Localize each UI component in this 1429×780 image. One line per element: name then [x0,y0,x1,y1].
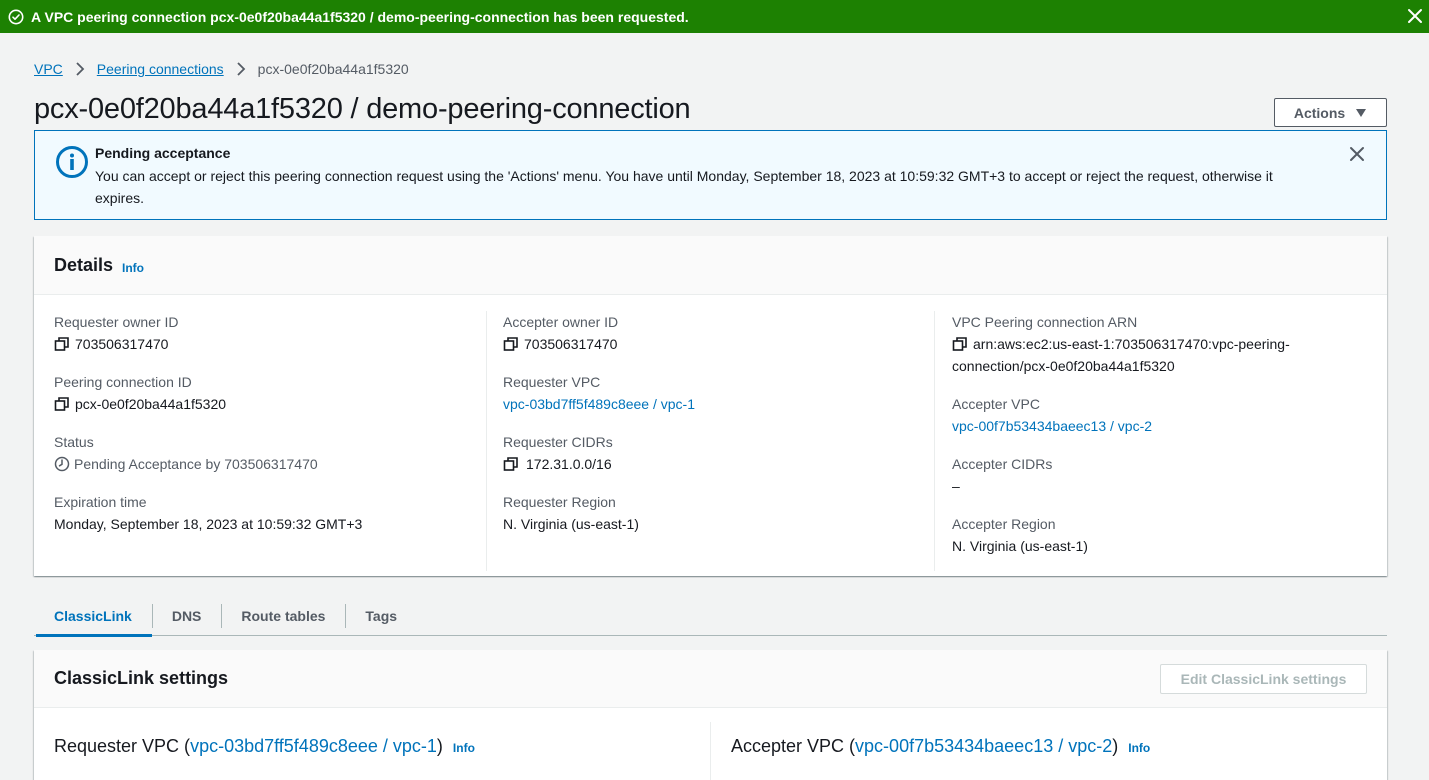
field-label: Accepter owner ID [503,314,619,330]
accepter-cidrs-value: – [952,478,960,494]
peering-connection-id-field: Peering connection ID pcx-0e0f20ba44a1f5… [54,371,226,415]
classiclink-header: ClassicLink settings Edit ClassicLink se… [34,650,1387,708]
requester-vpc-link[interactable]: vpc-03bd7ff5f489c8eee / vpc-1 [503,393,695,415]
chevron-right-icon [75,62,85,76]
details-column-2: Accepter owner ID 703506317470 Requester… [486,311,934,571]
copy-icon[interactable] [503,456,519,472]
accepter-owner-value: 703506317470 [524,336,618,352]
details-panel: Details Info Requester owner ID 70350631… [34,236,1387,576]
field-label: Accepter Region [952,516,1056,532]
requester-region-value: N. Virginia (us-east-1) [503,516,639,532]
actions-button[interactable]: Actions [1274,98,1387,127]
field-label: VPC Peering connection ARN [952,314,1138,330]
field-label: Requester Region [503,494,616,510]
requester-vpc-info-link[interactable]: Info [453,741,475,755]
breadcrumb: VPC Peering connections pcx-0e0f20ba44a1… [34,58,409,80]
accepter-vpc-info-link[interactable]: Info [1128,741,1150,755]
classiclink-requester-vpc-link[interactable]: vpc-03bd7ff5f489c8eee / vpc-1 [190,736,437,757]
page-title: pcx-0e0f20ba44a1f5320 / demo-peering-con… [34,93,691,125]
details-header: Details Info [34,236,1387,295]
requester-cidrs-field: Requester CIDRs 172.31.0.0/16 [503,431,613,475]
tab-tags[interactable]: Tags [345,596,417,636]
breadcrumb-current: pcx-0e0f20ba44a1f5320 [257,61,409,77]
copy-icon[interactable] [503,336,519,352]
requester-vpc-heading-suffix: ) [436,736,443,756]
tab-bar: ClassicLink DNS Route tables Tags [34,596,1387,637]
tab-route-tables[interactable]: Route tables [221,596,345,636]
alert-body: You can accept or reject this peering co… [95,168,1273,206]
chevron-right-icon [236,62,246,76]
status-value: Pending Acceptance by 703506317470 [74,456,318,472]
classiclink-settings-panel: ClassicLink settings Edit ClassicLink se… [34,650,1387,780]
breadcrumb-link-vpc[interactable]: VPC [34,61,63,77]
field-label: Requester CIDRs [503,434,613,450]
accepter-owner-field: Accepter owner ID 703506317470 [503,311,618,355]
check-circle-icon [8,9,24,25]
accepter-vpc-heading: Accepter VPC ( vpc-00f7b53434baeec13 / v… [731,736,1150,757]
expiration-field: Expiration time Monday, September 18, 20… [54,491,362,535]
arn-value-line-2: connection/pcx-0e0f20ba44a1f5320 [952,358,1175,374]
field-label: Status [54,434,94,450]
accepter-vpc-heading-prefix: Accepter VPC ( [731,736,856,756]
requester-cidrs-value: 172.31.0.0/16 [526,456,612,472]
accepter-vpc-heading-suffix: ) [1112,736,1119,756]
field-label: Accepter VPC [952,396,1040,412]
field-label: Requester owner ID [54,314,179,330]
details-title: Details [54,255,114,275]
accepter-vpc-link[interactable]: vpc-00f7b53434baeec13 / vpc-2 [952,415,1152,437]
requester-region-field: Requester Region N. Virginia (us-east-1) [503,491,639,535]
flashbar-message: A VPC peering connection pcx-0e0f20ba44a… [31,8,689,25]
clock-icon [54,456,70,472]
requester-vpc-heading: Requester VPC ( vpc-03bd7ff5f489c8eee / … [54,736,475,757]
actions-button-label: Actions [1293,104,1346,121]
column-divider [710,722,711,780]
requester-vpc-heading-prefix: Requester VPC ( [54,736,191,756]
edit-classiclink-settings-button[interactable]: Edit ClassicLink settings [1160,664,1367,694]
requester-owner-field: Requester owner ID 703506317470 [54,311,179,355]
field-label: Accepter CIDRs [952,456,1053,472]
copy-icon[interactable] [952,336,968,352]
arn-field: VPC Peering connection ARN arn:aws:ec2:u… [952,311,1290,377]
success-flashbar: A VPC peering connection pcx-0e0f20ba44a… [0,0,1429,33]
field-label: Expiration time [54,494,147,510]
breadcrumb-link-peering-connections[interactable]: Peering connections [97,61,224,77]
close-icon[interactable] [1405,6,1425,26]
tab-classiclink[interactable]: ClassicLink [34,596,152,637]
caret-down-icon [1355,108,1367,118]
requester-owner-value: 703506317470 [75,336,169,352]
field-label: Requester VPC [503,374,601,390]
accepter-region-field: Accepter Region N. Virginia (us-east-1) [952,513,1088,557]
alert-title: Pending acceptance [95,145,231,161]
expiration-value: Monday, September 18, 2023 at 10:59:32 G… [54,516,363,532]
close-icon[interactable] [1348,145,1366,163]
field-label: Peering connection ID [54,374,192,390]
classiclink-accepter-vpc-link[interactable]: vpc-00f7b53434baeec13 / vpc-2 [855,736,1112,757]
status-field: Status Pending Acceptance by 70350631747… [54,431,318,475]
accepter-vpc-field: Accepter VPC vpc-00f7b53434baeec13 / vpc… [952,393,1152,437]
requester-vpc-field: Requester VPC vpc-03bd7ff5f489c8eee / vp… [503,371,695,415]
arn-value-line-1: arn:aws:ec2:us-east-1:703506317470:vpc-p… [973,336,1290,352]
info-circle-icon [55,145,89,179]
pending-acceptance-alert: Pending acceptance You can accept or rej… [34,130,1387,220]
tab-dns[interactable]: DNS [151,596,222,636]
copy-icon[interactable] [54,396,70,412]
details-column-3: VPC Peering connection ARN arn:aws:ec2:u… [934,311,1387,571]
classiclink-title: ClassicLink settings [54,668,229,688]
details-info-link[interactable]: Info [122,261,144,275]
peering-connection-id-value: pcx-0e0f20ba44a1f5320 [75,396,227,412]
copy-icon[interactable] [54,336,70,352]
accepter-cidrs-field: Accepter CIDRs – [952,453,1052,497]
accepter-region-value: N. Virginia (us-east-1) [952,538,1088,554]
